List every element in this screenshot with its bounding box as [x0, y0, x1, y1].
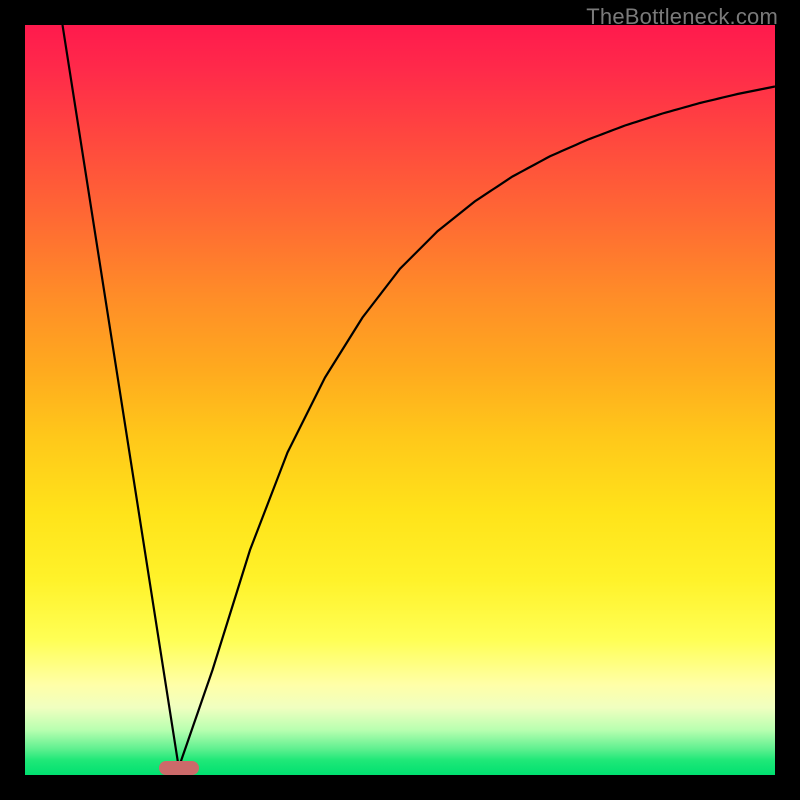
- chart-frame: TheBottleneck.com: [0, 0, 800, 800]
- watermark-text: TheBottleneck.com: [586, 4, 778, 30]
- curve-path: [63, 25, 776, 768]
- bottleneck-curve: [25, 25, 775, 775]
- optimal-marker: [159, 761, 199, 775]
- plot-area: [25, 25, 775, 775]
